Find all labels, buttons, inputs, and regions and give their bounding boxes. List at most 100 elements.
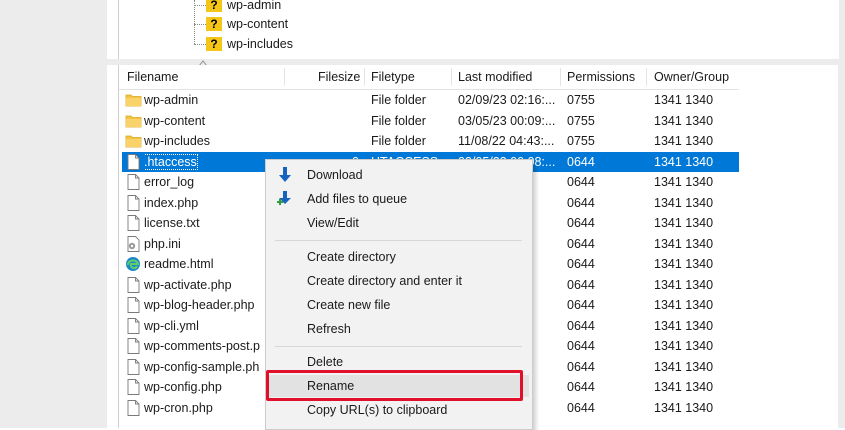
menu-item-view-edit[interactable]: View/Edit bbox=[267, 212, 529, 234]
tree-connector bbox=[194, 24, 206, 25]
file-owner-group-text: 1341 1340 bbox=[654, 236, 714, 251]
file-owner-group-text: 1341 1340 bbox=[654, 318, 714, 333]
file-name: php.ini bbox=[144, 234, 284, 254]
unknown-folder-icon: ? bbox=[206, 0, 222, 12]
menu-item-add-to-queue[interactable]: Add files to queue bbox=[267, 188, 529, 210]
file-icon bbox=[125, 317, 142, 334]
menu-item-download[interactable]: Download bbox=[267, 164, 529, 186]
file-owner-group: 1341 1340 bbox=[654, 316, 734, 336]
settings-file-icon bbox=[125, 235, 142, 252]
file-owner-group-text: 1341 1340 bbox=[654, 380, 714, 394]
file-last-modified: 02/09/23 02:16:... bbox=[458, 90, 556, 110]
file-icon bbox=[125, 276, 142, 293]
menu-item-create-new-file[interactable]: Create new file bbox=[267, 294, 529, 316]
menu-item-copy-url[interactable]: Copy URL(s) to clipboard bbox=[267, 399, 529, 421]
list-border bbox=[118, 65, 119, 428]
column-owner-group[interactable]: Owner/Group bbox=[654, 65, 729, 89]
file-owner-group: 1341 1340 bbox=[654, 336, 734, 356]
column-filetype[interactable]: Filetype bbox=[371, 65, 415, 89]
folder-icon bbox=[125, 113, 142, 129]
column-filename[interactable]: Filename bbox=[127, 65, 178, 89]
file-icon bbox=[125, 399, 142, 416]
file-name: wp-blog-header.php bbox=[144, 295, 284, 315]
table-row[interactable]: wp-includes File folder 11/08/22 04:43:...… bbox=[122, 131, 739, 151]
column-separator[interactable] bbox=[560, 68, 561, 86]
column-separator[interactable] bbox=[364, 68, 365, 86]
file-owner-group: 1341 1340 bbox=[654, 152, 734, 172]
tree-item-label: wp-content bbox=[227, 17, 289, 31]
file-type-text: File folder bbox=[371, 134, 426, 148]
column-filesize[interactable]: Filesize bbox=[318, 65, 360, 89]
column-last-modified[interactable]: Last modified bbox=[458, 65, 532, 89]
file-name: wp-cli.yml bbox=[144, 316, 284, 336]
file-name: wp-admin bbox=[144, 90, 284, 110]
file-permissions-text: 0644 bbox=[567, 216, 595, 230]
menu-item-create-directory[interactable]: Create directory bbox=[267, 246, 529, 268]
file-icon bbox=[125, 215, 142, 231]
table-row[interactable]: wp-admin File folder 02/09/23 02:16:... 075… bbox=[122, 90, 739, 110]
menu-item-create-directory-enter[interactable]: Create directory and enter it bbox=[267, 270, 529, 292]
file-name-text: index.php bbox=[144, 195, 199, 210]
file-name: .htaccess bbox=[144, 152, 284, 172]
file-owner-group: 1341 1340 bbox=[654, 193, 734, 213]
table-row[interactable]: wp-content File folder 03/05/23 00:09:... 0… bbox=[122, 111, 739, 131]
tree-item-wp-admin[interactable]: ? wp-admin bbox=[206, 0, 281, 14]
menu-item-label: View/Edit bbox=[307, 216, 359, 230]
file-permissions-text: 0644 bbox=[567, 257, 595, 271]
menu-separator bbox=[275, 240, 522, 241]
file-last-modified: 11/08/22 04:43:... bbox=[458, 131, 556, 151]
rename-highlight-box bbox=[266, 370, 523, 401]
file-icon bbox=[125, 379, 142, 395]
unknown-folder-icon: ? bbox=[206, 17, 222, 31]
file-icon bbox=[125, 153, 142, 170]
menu-separator bbox=[275, 346, 522, 347]
menu-item-label: Copy URL(s) to clipboard bbox=[307, 403, 448, 417]
file-permissions-text: 0644 bbox=[567, 298, 595, 312]
file-name-text: wp-cli.yml bbox=[144, 318, 199, 333]
file-name-text: wp-config-sample.ph bbox=[144, 359, 260, 374]
folder-icon bbox=[125, 133, 142, 149]
menu-item-label: Create directory and enter it bbox=[307, 274, 462, 288]
edge-browser-icon bbox=[125, 256, 142, 272]
tree-item-wp-includes[interactable]: ? wp-includes bbox=[206, 35, 293, 53]
file-name: wp-config-sample.ph bbox=[144, 357, 284, 377]
file-name-text: wp-includes bbox=[144, 134, 211, 148]
column-permissions[interactable]: Permissions bbox=[567, 65, 635, 89]
file-name-text: .htaccess bbox=[144, 153, 198, 170]
column-separator[interactable] bbox=[646, 68, 647, 86]
file-permissions-text: 0644 bbox=[567, 277, 595, 292]
file-owner-group-text: 1341 1340 bbox=[654, 298, 714, 312]
file-owner-group-text: 1341 1340 bbox=[654, 339, 714, 353]
menu-item-refresh[interactable]: Refresh bbox=[267, 318, 529, 340]
download-arrow-icon bbox=[279, 167, 291, 182]
file-last-modified: 03/05/23 00:09:... bbox=[458, 111, 556, 131]
file-owner-group-text: 1341 1340 bbox=[654, 359, 714, 374]
file-name-text: wp-config.php bbox=[144, 380, 222, 394]
file-owner-group: 1341 1340 bbox=[654, 90, 734, 110]
file-name: wp-cron.php bbox=[144, 398, 284, 418]
tree-connector bbox=[194, 5, 206, 6]
file-owner-group: 1341 1340 bbox=[654, 172, 734, 192]
tree-item-label: wp-includes bbox=[227, 37, 294, 51]
column-separator[interactable] bbox=[284, 68, 285, 86]
file-name-text: wp-cron.php bbox=[144, 400, 213, 415]
file-permissions: 0644 bbox=[567, 398, 643, 418]
column-separator[interactable] bbox=[451, 68, 452, 86]
tree-item-wp-content[interactable]: ? wp-content bbox=[206, 15, 288, 33]
file-last-modified-text: 11/08/22 04:43:... bbox=[458, 134, 555, 148]
file-permissions: 0644 bbox=[567, 193, 643, 213]
menu-item-label: Refresh bbox=[307, 322, 351, 336]
file-permissions: 0644 bbox=[567, 357, 643, 377]
file-icon bbox=[125, 174, 142, 190]
file-permissions: 0644 bbox=[567, 377, 643, 397]
file-owner-group-text: 1341 1340 bbox=[654, 175, 714, 189]
file-owner-group: 1341 1340 bbox=[654, 295, 734, 315]
file-name: wp-includes bbox=[144, 131, 284, 151]
file-size bbox=[312, 111, 359, 131]
file-permissions-text: 0755 bbox=[567, 93, 595, 107]
file-name: wp-config.php bbox=[144, 377, 284, 397]
unknown-folder-icon: ? bbox=[206, 37, 222, 51]
file-owner-group: 1341 1340 bbox=[654, 275, 734, 295]
file-permissions-text: 0644 bbox=[567, 154, 595, 169]
file-owner-group-text: 1341 1340 bbox=[654, 154, 714, 169]
